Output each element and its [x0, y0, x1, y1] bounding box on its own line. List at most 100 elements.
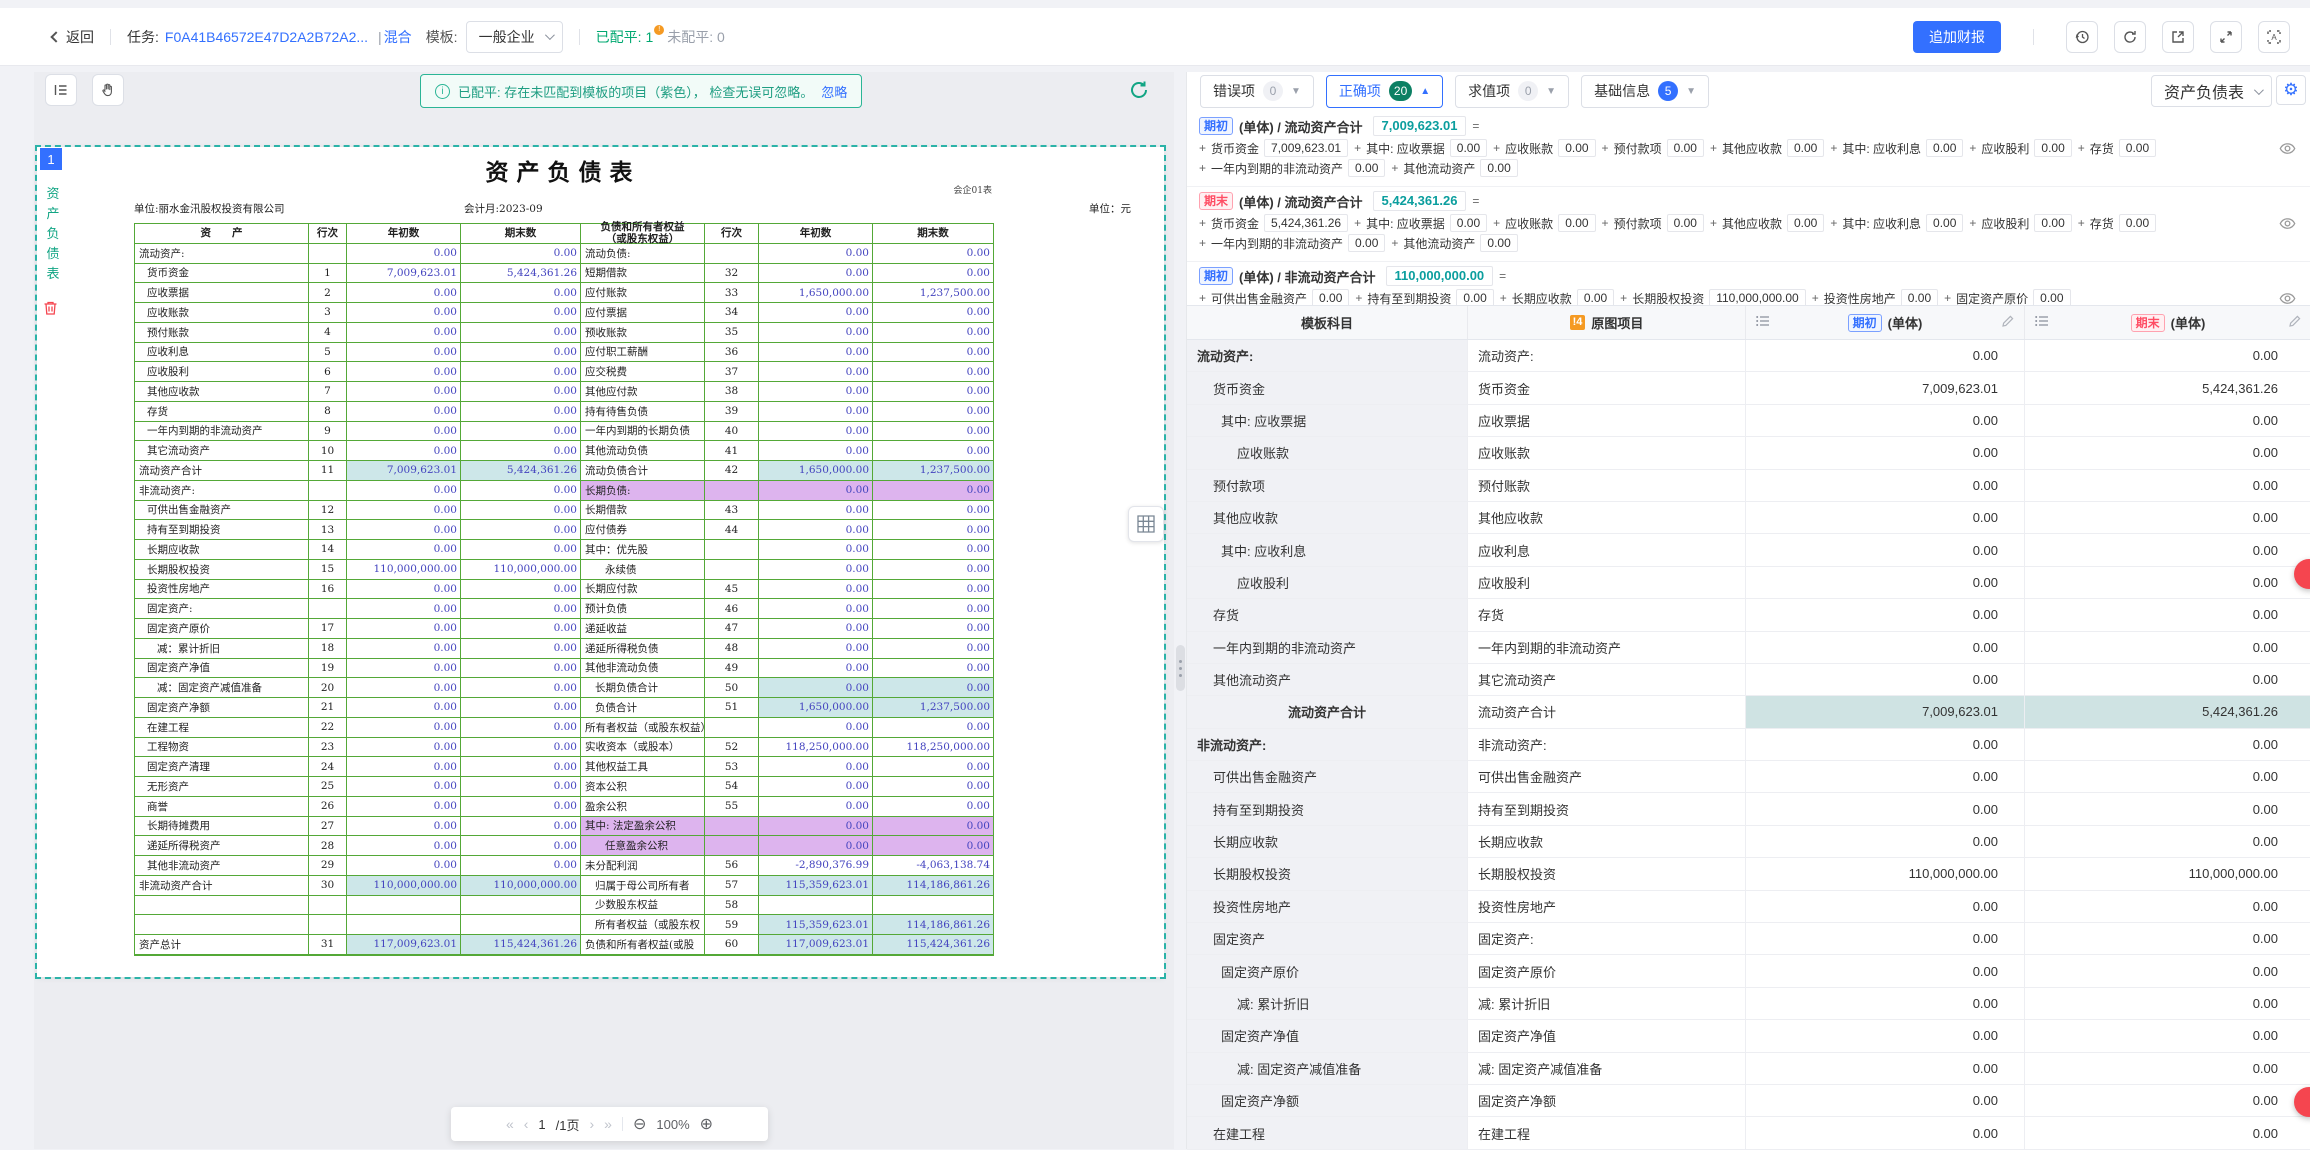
table-region-button[interactable] — [1128, 506, 1164, 542]
formula-item-value[interactable]: 0.00 — [1926, 139, 1963, 157]
table-row[interactable]: 货币资金货币资金7,009,623.015,424,361.26 — [1187, 372, 2310, 404]
closing-value-cell[interactable]: 0.00 — [2025, 761, 2310, 793]
closing-value-cell[interactable]: 0.00 — [2025, 793, 2310, 825]
formula-total-value[interactable]: 5,424,361.26 — [1373, 191, 1467, 211]
opening-value-cell[interactable]: 0.00 — [1746, 793, 2025, 825]
zoom-out-button[interactable]: ⊖ — [633, 1114, 646, 1134]
table-row[interactable]: 在建工程在建工程0.000.00 — [1187, 1117, 2310, 1149]
tab-求值项[interactable]: 求值项0▼ — [1455, 75, 1569, 108]
formula-item-value[interactable]: 0.00 — [2119, 139, 2156, 157]
next-page-button[interactable]: › — [590, 1116, 595, 1132]
closing-value-cell[interactable]: 0.00 — [2025, 470, 2310, 502]
formula-item-value[interactable]: 0.00 — [1348, 159, 1385, 177]
table-row[interactable]: 长期应收款长期应收款0.000.00 — [1187, 826, 2310, 858]
opening-value-cell[interactable]: 0.00 — [1746, 761, 2025, 793]
history-button[interactable] — [2066, 21, 2098, 53]
opening-value-cell[interactable]: 0.00 — [1746, 1117, 2025, 1149]
closing-value-cell[interactable]: 0.00 — [2025, 405, 2310, 437]
sheet-type-select[interactable]: 资产负债表 — [2151, 75, 2272, 107]
settings-button[interactable]: ⚙ — [2276, 75, 2306, 105]
closing-value-cell[interactable]: 0.00 — [2025, 567, 2310, 599]
opening-value-cell[interactable]: 0.00 — [1746, 502, 2025, 534]
closing-value-cell[interactable]: 5,424,361.26 — [2025, 372, 2310, 404]
list-menu-icon[interactable] — [1756, 315, 1770, 330]
opening-value-cell[interactable]: 0.00 — [1746, 891, 2025, 923]
opening-value-cell[interactable]: 0.00 — [1746, 955, 2025, 987]
sheet-tab-balance[interactable]: 资产负债表 — [44, 184, 62, 284]
opening-value-cell[interactable]: 0.00 — [1746, 729, 2025, 761]
delete-sheet-button[interactable] — [43, 300, 58, 321]
opening-value-cell[interactable]: 0.00 — [1746, 1053, 2025, 1085]
closing-value-cell[interactable]: 0.00 — [2025, 534, 2310, 566]
closing-value-cell[interactable]: 0.00 — [2025, 502, 2310, 534]
formula-item-value[interactable]: 5,424,361.26 — [1264, 214, 1348, 232]
closing-value-cell[interactable]: 0.00 — [2025, 632, 2310, 664]
closing-value-cell[interactable]: 5,424,361.26 — [2025, 696, 2310, 728]
column-header-original[interactable]: !4 原图项目 — [1468, 306, 1746, 339]
table-row[interactable]: 应收账款应收账款0.000.00 — [1187, 437, 2310, 469]
append-report-button[interactable]: 追加财报 — [1913, 21, 2001, 53]
formula-total-value[interactable]: 110,000,000.00 — [1386, 266, 1494, 286]
closing-value-cell[interactable]: 0.00 — [2025, 664, 2310, 696]
opening-value-cell[interactable]: 0.00 — [1746, 340, 2025, 372]
closing-value-cell[interactable]: 0.00 — [2025, 955, 2310, 987]
formula-item-value[interactable]: 0.00 — [1450, 139, 1487, 157]
eye-icon[interactable] — [2279, 290, 2296, 305]
opening-value-cell[interactable]: 7,009,623.01 — [1746, 372, 2025, 404]
opening-value-cell[interactable]: 0.00 — [1746, 826, 2025, 858]
formula-item-value[interactable]: 0.00 — [1456, 289, 1493, 305]
opening-value-cell[interactable]: 0.00 — [1746, 988, 2025, 1020]
table-row[interactable]: 应收股利应收股利0.000.00 — [1187, 567, 2310, 599]
table-row[interactable]: 可供出售金融资产可供出售金融资产0.000.00 — [1187, 761, 2310, 793]
closing-value-cell[interactable]: 0.00 — [2025, 1053, 2310, 1085]
column-header-template[interactable]: 模板科目 — [1187, 306, 1468, 339]
table-row[interactable]: 减: 累计折旧减: 累计折旧0.000.00 — [1187, 988, 2310, 1020]
table-row[interactable]: 其中: 应收利息应收利息0.000.00 — [1187, 534, 2310, 566]
first-page-button[interactable]: « — [506, 1116, 514, 1132]
opening-value-cell[interactable]: 0.00 — [1746, 534, 2025, 566]
opening-value-cell[interactable]: 0.00 — [1746, 664, 2025, 696]
table-row[interactable]: 存货存货0.000.00 — [1187, 599, 2310, 631]
formula-item-value[interactable]: 0.00 — [1480, 234, 1517, 252]
opening-value-cell[interactable]: 7,009,623.01 — [1746, 696, 2025, 728]
formula-item-value[interactable]: 0.00 — [1312, 289, 1349, 305]
panel-resize-handle[interactable] — [1176, 645, 1185, 691]
opening-value-cell[interactable]: 0.00 — [1746, 567, 2025, 599]
formula-total-value[interactable]: 7,009,623.01 — [1373, 116, 1467, 136]
edit-pencil-icon[interactable] — [2001, 315, 2014, 331]
formula-item-value[interactable]: 0.00 — [2033, 289, 2070, 305]
closing-value-cell[interactable]: 0.00 — [2025, 1117, 2310, 1149]
table-row[interactable]: 其中: 应收票据应收票据0.000.00 — [1187, 405, 2310, 437]
template-select[interactable]: 一般企业 — [466, 21, 563, 53]
formula-item-value[interactable]: 0.00 — [2119, 214, 2156, 232]
focus-mode-button[interactable]: A — [2258, 21, 2290, 53]
closing-value-cell[interactable]: 0.00 — [2025, 891, 2310, 923]
table-row[interactable]: 固定资产净值固定资产净值0.000.00 — [1187, 1020, 2310, 1052]
outline-tool-button[interactable] — [45, 74, 77, 106]
back-button[interactable]: 返回 — [52, 27, 94, 47]
table-row[interactable]: 预付款项预付账款0.000.00 — [1187, 470, 2310, 502]
opening-value-cell[interactable]: 0.00 — [1746, 405, 2025, 437]
tab-正确项[interactable]: 正确项20▲ — [1326, 75, 1443, 108]
formula-item-value[interactable]: 0.00 — [1926, 214, 1963, 232]
open-external-button[interactable] — [2162, 21, 2194, 53]
tab-基础信息[interactable]: 基础信息5▼ — [1581, 75, 1709, 108]
formula-item-value[interactable]: 0.00 — [1667, 214, 1704, 232]
table-row[interactable]: 流动资产:流动资产:0.000.00 — [1187, 340, 2310, 372]
ignore-link[interactable]: 忽略 — [821, 82, 847, 101]
auto-match-icon[interactable] — [1127, 78, 1151, 102]
opening-value-cell[interactable]: 110,000,000.00 — [1746, 858, 2025, 890]
formula-item-value[interactable]: 0.00 — [1787, 214, 1824, 232]
formula-item-value[interactable]: 0.00 — [2034, 214, 2071, 232]
table-row[interactable]: 其他应收款其他应收款0.000.00 — [1187, 502, 2310, 534]
closing-value-cell[interactable]: 0.00 — [2025, 826, 2310, 858]
closing-value-cell[interactable]: 0.00 — [2025, 1020, 2310, 1052]
task-id-link[interactable]: F0A41B46572E47D2A2B72A2... — [165, 29, 368, 45]
warning-count-badge[interactable]: !4 — [1570, 315, 1586, 330]
formula-item-value[interactable]: 0.00 — [1480, 159, 1517, 177]
table-row[interactable]: 固定资产净额固定资产净额0.000.00 — [1187, 1085, 2310, 1117]
edit-pencil-icon[interactable] — [2288, 315, 2301, 331]
closing-value-cell[interactable]: 0.00 — [2025, 340, 2310, 372]
opening-value-cell[interactable]: 0.00 — [1746, 1085, 2025, 1117]
opening-value-cell[interactable]: 0.00 — [1746, 599, 2025, 631]
